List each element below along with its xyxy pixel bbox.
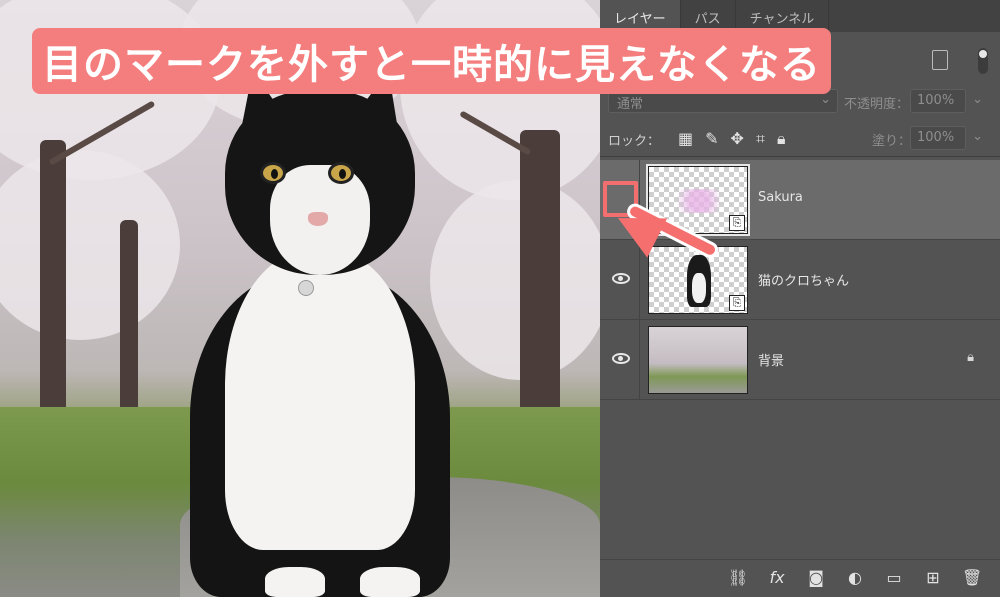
headline-banner: 目のマークを外すと一時的に見えなくなる: [32, 28, 831, 94]
layer-row-cat[interactable]: ⎘ 猫のクロちゃん: [600, 240, 1000, 320]
smart-object-icon: ⎘: [729, 215, 745, 231]
lock-image-pixels-icon[interactable]: ✎: [705, 129, 718, 149]
opacity-value: 100%: [917, 93, 955, 108]
cat: [170, 63, 470, 597]
cat-paw: [265, 567, 325, 597]
link-icon[interactable]: ⛓: [728, 568, 748, 587]
cat-thumbnail-art: [687, 255, 711, 307]
tree-trunk: [520, 130, 560, 440]
eye-icon[interactable]: [612, 273, 630, 284]
layer-thumbnail: ⎘: [648, 246, 748, 314]
blend-mode-value: 通常: [617, 97, 644, 112]
fill-label: 塗り：: [872, 134, 912, 149]
bottom-actions: ⛓ fx ◙ ◐ ▭ ⊞ 🗑︎: [728, 568, 982, 587]
layer-name[interactable]: 猫のクロちゃん: [758, 270, 849, 289]
chevron-down-icon[interactable]: ⌄: [972, 92, 983, 107]
layer-name[interactable]: Sakura: [758, 190, 803, 205]
opacity-label: 不透明度：: [844, 97, 910, 112]
fill-input[interactable]: 100% ⌄: [910, 126, 983, 150]
cat-chest: [225, 250, 415, 550]
mask-icon[interactable]: ◙: [806, 568, 826, 587]
tree-trunk: [40, 140, 66, 420]
lock-icons: ▦ ✎ ✥ ⌗ 🔒︎: [678, 129, 785, 149]
lock-artboard-icon[interactable]: ⌗: [756, 129, 765, 149]
adjustment-icon[interactable]: ◐: [845, 568, 865, 587]
tree-trunk: [120, 220, 138, 420]
eye-icon[interactable]: [612, 353, 630, 364]
cat-eye: [260, 162, 286, 184]
layer-thumbnail: [648, 326, 748, 394]
lock-all-icon[interactable]: 🔒︎: [777, 129, 786, 149]
lock-position-icon[interactable]: ✥: [731, 129, 744, 149]
smart-object-icon: ⎘: [729, 295, 745, 311]
layer-name[interactable]: 背景: [758, 350, 784, 369]
sakura-thumbnail-art: [669, 189, 729, 213]
visibility-toggle[interactable]: [600, 320, 640, 400]
lock-row: ロック： ▦ ✎ ✥ ⌗ 🔒︎ 塗り： 100% ⌄: [600, 122, 1000, 154]
lock-label: ロック：: [608, 134, 661, 149]
layer-row-background[interactable]: 背景 🔒︎: [600, 320, 1000, 400]
cat-nose: [308, 212, 328, 226]
fx-icon[interactable]: fx: [767, 568, 787, 587]
cat-paw: [360, 567, 420, 597]
chevron-down-icon[interactable]: ⌄: [972, 129, 983, 144]
visibility-toggle[interactable]: [600, 240, 640, 320]
trash-icon[interactable]: 🗑︎: [962, 568, 982, 587]
new-layer-icon[interactable]: ⊞: [923, 568, 943, 587]
blossom-cluster: [0, 150, 180, 340]
cat-eye: [328, 162, 354, 184]
cat-bell: [298, 280, 314, 296]
folder-icon[interactable]: ▭: [884, 568, 904, 587]
opacity-input[interactable]: 100% ⌄: [910, 89, 983, 113]
lock-icon: 🔒︎: [967, 350, 974, 365]
chevron-down-icon: ⌄: [820, 92, 831, 107]
lock-transparent-pixels-icon[interactable]: ▦: [678, 129, 693, 149]
panel-bottom-bar: ⛓ fx ◙ ◐ ▭ ⊞ 🗑︎: [600, 559, 1000, 597]
smart-object-filter-icon[interactable]: [932, 50, 948, 70]
divider: [600, 156, 1000, 157]
filter-toggle[interactable]: [978, 48, 988, 74]
fill-value: 100%: [917, 130, 955, 145]
